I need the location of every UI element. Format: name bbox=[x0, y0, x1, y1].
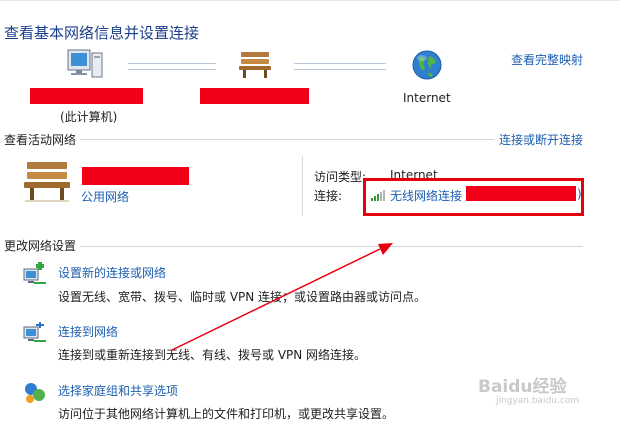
annotation-arrow bbox=[171, 243, 393, 351]
network-sharing-center: { "header": { "title": "查看基本网络信息并设置连接", … bbox=[0, 0, 620, 425]
baidu-watermark: Baidu经验 bbox=[478, 377, 567, 397]
baidu-watermark-url: jingyan.baidu.com bbox=[496, 396, 580, 406]
